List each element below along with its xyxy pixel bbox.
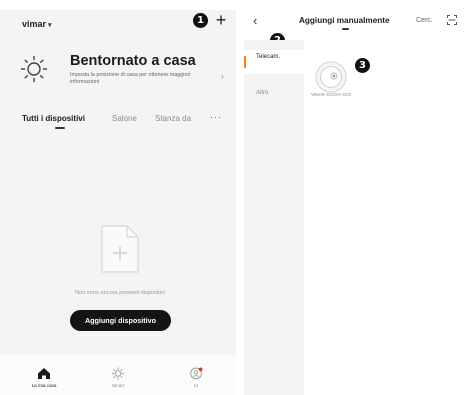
welcome-title: Bentornato a casa [70,53,196,69]
back-arrow-icon[interactable]: ‹ [253,13,257,28]
nav-label-smart: Smart [111,383,125,388]
nav-label-home: La mia casa [31,383,57,388]
nav-label-profile: Io [194,383,198,388]
sun-weather-icon [20,55,48,83]
home-selector[interactable]: vimar ▾ [22,19,52,29]
add-plus-button[interactable]: + [213,11,229,29]
add-device-screen: ‹ Aggiungi manualmente Cerc. 2 Telecam. … [244,0,469,395]
chevron-right-icon[interactable]: › [221,72,224,81]
empty-state-text: Non sono ancora presenti dispositivi [75,290,165,296]
category-label-altro: Altro [256,90,269,96]
add-device-button[interactable]: Aggiungi dispositivo [70,310,171,331]
category-sidebar: Telecam. Altro [244,40,304,395]
home-screen: vimar ▾ 1 + Bentornato a casa Imposta la … [0,0,236,395]
nav-item-profile[interactable]: Io [173,367,219,388]
active-tab-indicator [55,127,65,129]
nav-item-smart[interactable]: Smart [95,367,141,388]
tab-all-devices[interactable]: Tutti i dispositivi [22,114,85,123]
welcome-subtitle[interactable]: Imposta la posizione di casa per ottener… [70,72,220,86]
more-options-button[interactable]: ··· [210,112,222,122]
empty-document-icon [101,225,139,273]
status-strip [0,0,236,10]
category-item-altro[interactable]: Altro [244,86,304,106]
active-category-indicator [244,56,246,68]
category-label-telecam: Telecam. [256,54,281,60]
tab-salone[interactable]: Salone [112,114,137,123]
nav-item-home[interactable]: La mia casa [21,367,67,388]
callout-badge-3: 3 [355,58,370,73]
chevron-down-icon: ▾ [48,22,52,29]
callout-badge-1: 1 [193,13,208,28]
sun-icon [111,367,125,380]
home-icon [38,368,50,379]
profile-icon [189,367,203,380]
screen-divider [236,0,244,395]
title-tab-indicator [342,28,349,30]
scan-icon[interactable] [447,15,457,25]
search-link[interactable]: Cerc. [416,17,433,24]
tab-stanza[interactable]: Stanza da [155,114,191,123]
page-title: Aggiungi manualmente [299,16,390,25]
device-name-label: VIMAR XXXXX-XXX [310,92,351,97]
category-item-telecam[interactable]: Telecam. [244,50,304,74]
home-selector-label: vimar [22,19,47,29]
bottom-nav: La mia casa Smart Io [0,355,236,395]
